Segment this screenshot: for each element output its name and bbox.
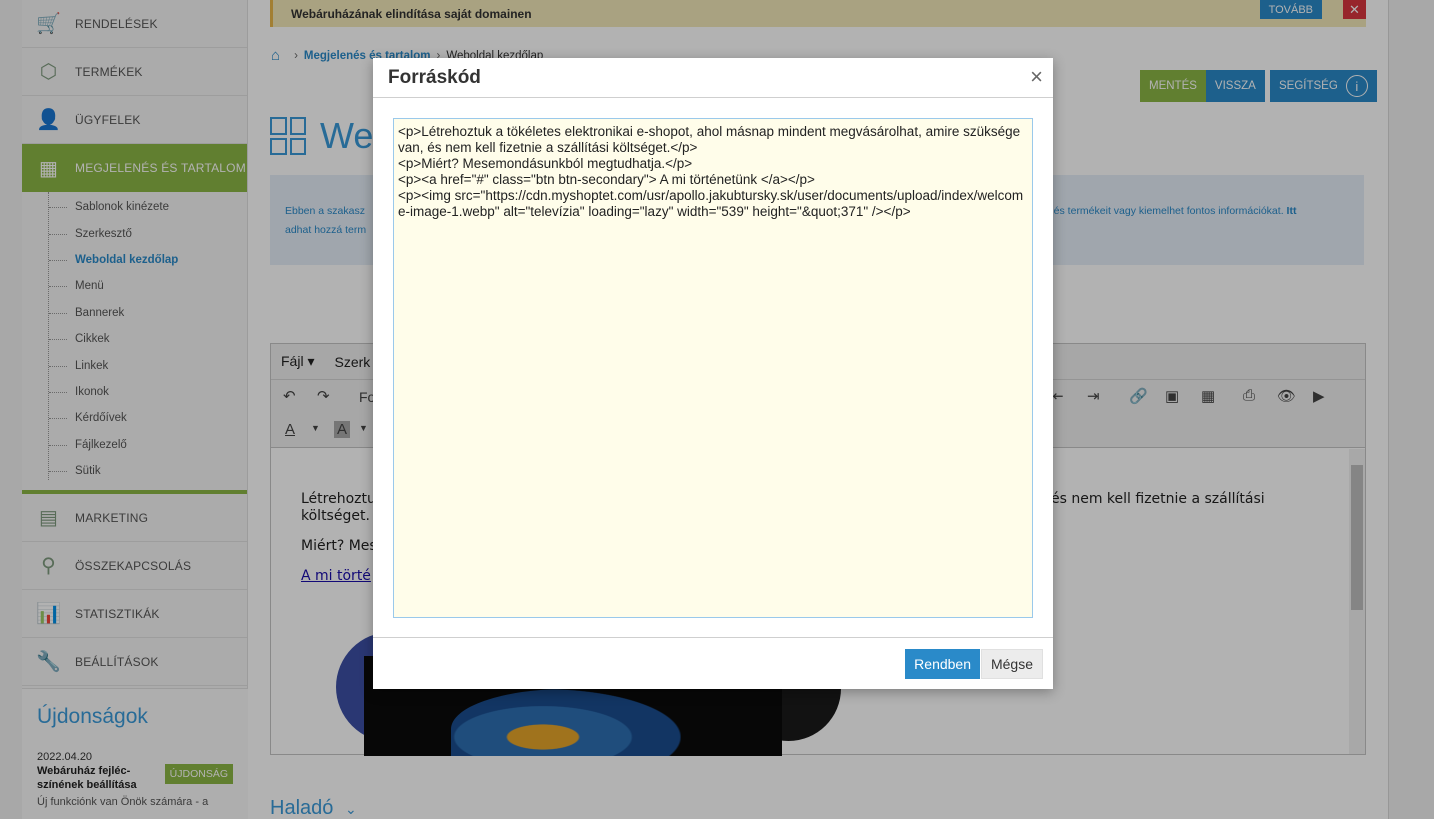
dialog-header: Forráskód × [373,58,1053,98]
dialog-footer: Rendben Mégse [373,637,1053,689]
cancel-button[interactable]: Mégse [980,649,1043,679]
source-code-textarea[interactable]: <p>Létrehoztuk a tökéletes elektronikai … [393,118,1033,618]
source-code-dialog: Forráskód × <p>Létrehoztuk a tökéletes e… [373,58,1053,689]
ok-button[interactable]: Rendben [905,649,980,679]
close-icon[interactable]: × [1030,65,1043,89]
dialog-title: Forráskód [388,66,481,88]
